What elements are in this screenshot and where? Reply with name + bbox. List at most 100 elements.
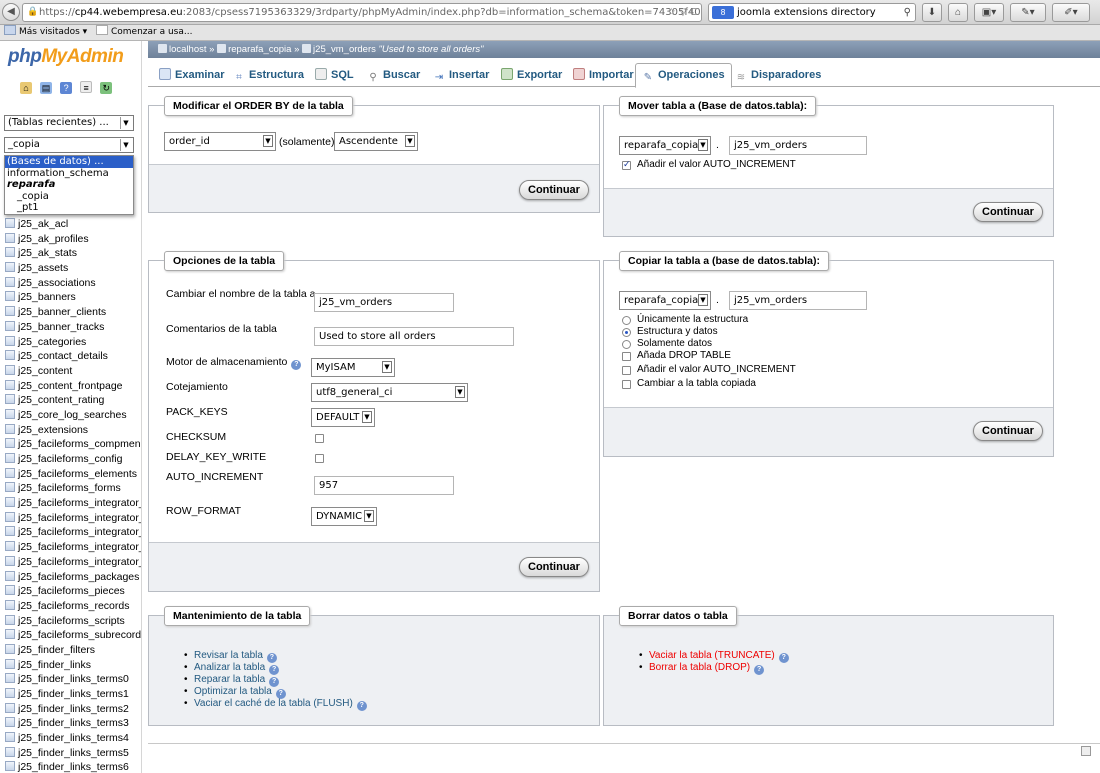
sidebar-table-item[interactable]: j25_facileforms_config [0,452,141,467]
address-bar[interactable]: 🔒 https://cp44.webempresa.eu:2083/cpsess… [22,3,702,22]
sidebar-table-item[interactable]: j25_content [0,364,141,379]
dropdown-option[interactable]: information_schema [5,168,133,180]
table-icon[interactable] [5,453,15,463]
addon-menu-icon[interactable]: ✎▾ [1010,3,1046,22]
table-icon[interactable] [5,335,15,346]
orderby-column-select[interactable]: order_id ▼ [164,132,276,151]
table-icon[interactable] [5,643,15,654]
sidebar-table-item[interactable]: j25_finder_links_terms6 [0,760,141,773]
table-icon[interactable] [5,570,15,581]
orderby-direction-select[interactable]: Ascendente ▼ [334,132,418,151]
sidebar-table-item[interactable]: j25_content_frontpage [0,379,141,394]
search-engine-icon[interactable]: 8 [712,6,734,19]
checksum-checkbox[interactable] [315,434,324,443]
copy-table-input[interactable]: j25_vm_orders [729,291,867,310]
sql-query-icon[interactable]: ▤ [40,82,53,94]
tab-browse[interactable]: Examinar [152,63,232,87]
sidebar-table-item[interactable]: j25_facileforms_elements [0,467,141,482]
table-icon[interactable] [5,306,15,317]
move-continue-button[interactable]: Continuar [973,202,1043,222]
table-icon[interactable] [5,497,15,508]
database-dropdown[interactable]: (Bases de datos) ... information_schema … [4,155,134,215]
help-icon[interactable]: ? [356,701,367,711]
sidebar-table-item[interactable]: j25_associations [0,276,141,291]
bookmark-getting-started[interactable]: Comenzar a usa... [96,25,192,40]
comment-input[interactable]: Used to store all orders [314,327,514,346]
table-icon[interactable] [5,541,15,552]
copy-drop-table-checkbox[interactable] [622,352,631,361]
sidebar-table-item[interactable]: j25_facileforms_forms [0,481,141,496]
pack-keys-select[interactable]: DEFAULT ▼ [311,408,375,427]
sidebar-table-item[interactable]: j25_facileforms_integrator_ite [0,540,141,555]
tab-structure[interactable]: ⌗ Estructura [226,63,311,87]
database-select[interactable]: _copia ▼ [4,137,134,153]
table-icon[interactable] [5,526,15,537]
table-icon[interactable] [5,658,15,669]
screen-menu-icon[interactable]: ▣▾ [974,3,1004,22]
table-icon[interactable] [5,394,15,405]
sidebar-table-item[interactable]: j25_finder_links [0,658,141,673]
sidebar-table-item[interactable]: j25_core_log_searches [0,408,141,423]
tab-search[interactable]: ⚲ Buscar [360,63,427,87]
copy-switch-checkbox[interactable] [622,380,631,389]
search-bar[interactable]: 8 joomla extensions directory ⚲ [708,3,916,22]
sidebar-table-item[interactable]: j25_ak_profiles [0,232,141,247]
sidebar-table-item[interactable]: j25_facileforms_pieces [0,584,141,599]
recent-tables-select[interactable]: (Tablas recientes) ... ▼ [4,115,134,131]
table-icon[interactable] [5,761,15,772]
copy-auto-increment-checkbox[interactable] [622,366,631,375]
move-auto-increment-checkbox[interactable] [622,159,631,170]
table-icon[interactable] [5,746,15,757]
tools-menu-icon[interactable]: ✐▾ [1052,3,1090,22]
dropdown-option[interactable]: _pt1 [5,202,133,214]
table-icon[interactable] [5,511,15,522]
tab-import[interactable]: Importar [566,63,641,87]
sidebar-table-item[interactable]: j25_banners [0,290,141,305]
table-icon[interactable] [5,614,15,625]
table-icon[interactable] [5,438,15,449]
sidebar-table-item[interactable]: j25_finder_filters [0,643,141,658]
sidebar-table-item[interactable]: j25_banner_tracks [0,320,141,335]
move-database-select[interactable]: reparafa_copia ▼ [619,136,711,155]
delay-key-write-checkbox[interactable] [315,454,324,463]
sidebar-table-item[interactable]: j25_assets [0,261,141,276]
table-icon[interactable] [5,262,15,273]
sidebar-table-item[interactable]: j25_facileforms_scripts [0,614,141,629]
sidebar-table-item[interactable]: j25_finder_links_terms3 [0,716,141,731]
table-icon[interactable] [5,629,15,640]
reload-icon[interactable]: ↻ [100,82,113,94]
table-icon[interactable] [5,364,15,375]
tab-sql[interactable]: SQL [308,63,361,87]
sidebar-table-item[interactable]: j25_finder_links_terms0 [0,672,141,687]
table-icon[interactable] [5,276,15,287]
sidebar-table-item[interactable]: j25_ak_stats [0,246,141,261]
sidebar-table-item[interactable]: j25_content_rating [0,393,141,408]
tab-insert[interactable]: ⇥ Insertar [426,63,496,87]
back-arrow-icon[interactable]: ◀ [2,3,20,21]
sidebar-table-item[interactable]: j25_facileforms_integrator_ru [0,555,141,570]
move-table-input[interactable]: j25_vm_orders [729,136,867,155]
sidebar-table-item[interactable]: j25_facileforms_records [0,599,141,614]
table-icon[interactable] [5,585,15,596]
flush-table-link[interactable]: Vaciar el caché de la tabla (FLUSH) [194,698,353,709]
repair-table-link[interactable]: Reparar la tabla [194,674,265,685]
table-icon[interactable] [5,467,15,478]
sidebar-table-item[interactable]: j25_facileforms_integrator_cr [0,496,141,511]
search-icon[interactable]: ⚲ [904,4,911,21]
copy-structure-only-radio[interactable] [622,316,631,325]
bookmark-most-visited[interactable]: Más visitados ▾ [4,25,87,40]
engine-select[interactable]: MyISAM ▼ [311,358,395,377]
url-tools-icons[interactable]: ☆ ▽ C [667,4,697,21]
sidebar-table-item[interactable]: j25_extensions [0,423,141,438]
download-icon[interactable]: ⬇ [922,3,942,22]
breadcrumb-database[interactable]: reparafa_copia [228,44,291,55]
table-icon[interactable] [5,320,15,331]
phpmyadmin-logo[interactable]: phpMyAdmin [8,46,124,68]
sidebar-table-item[interactable]: j25_banner_clients [0,305,141,320]
table-icon[interactable] [5,673,15,684]
table-icon[interactable] [5,291,15,302]
collation-select[interactable]: utf8_general_ci ▼ [311,383,468,402]
copy-database-select[interactable]: reparafa_copia ▼ [619,291,711,310]
copy-data-only-radio[interactable] [622,340,631,349]
orderby-continue-button[interactable]: Continuar [519,180,589,200]
